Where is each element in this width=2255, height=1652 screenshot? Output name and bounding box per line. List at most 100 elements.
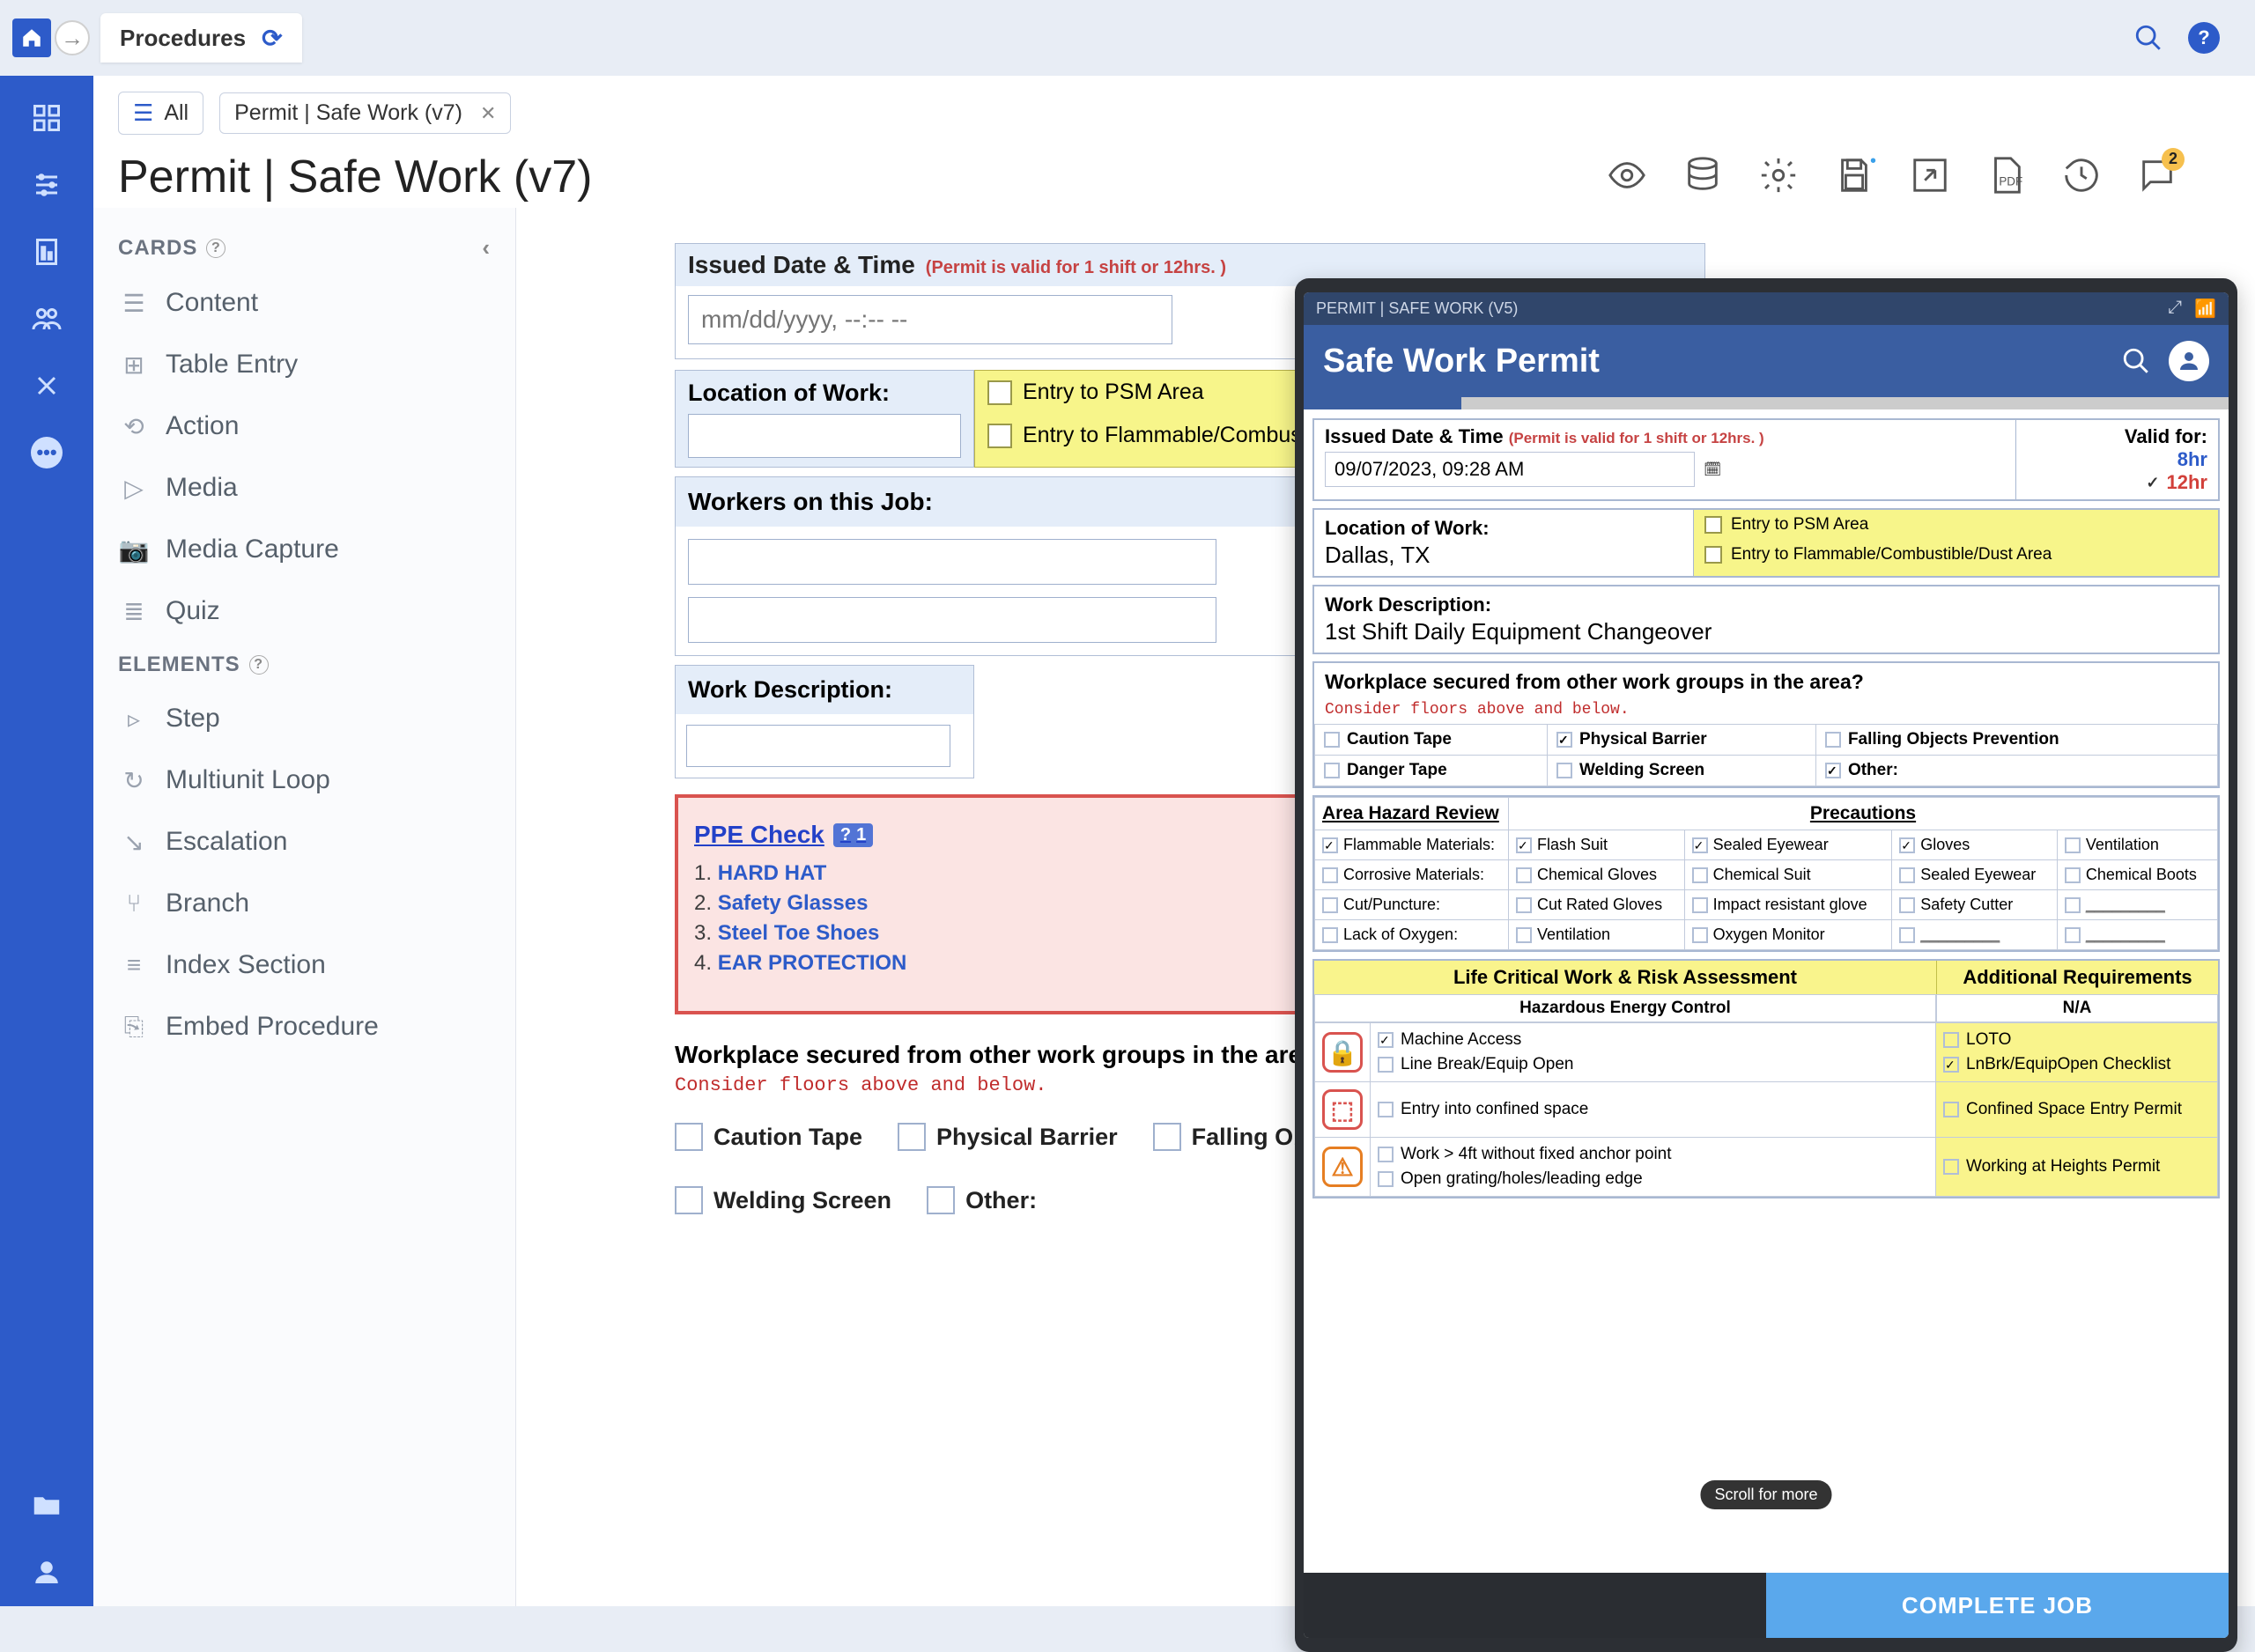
checkbox[interactable] [1704,516,1722,534]
opt-welding-screen[interactable]: Welding Screen [1547,756,1815,786]
req-heights-permit[interactable]: Working at Heights Permit [1936,1138,2218,1197]
life-grating[interactable]: Open grating/holes/leading edge [1378,1169,1928,1189]
dev-location-block: Location of Work:Dallas, TX Entry to PSM… [1312,508,2220,578]
element-embed-procedure[interactable]: ⎘Embed Procedure [102,996,506,1058]
haz-o2[interactable]: Lack of Oxygen: [1315,920,1509,950]
card-media[interactable]: ▷Media [102,457,506,519]
opt-danger-tape[interactable]: Danger Tape [1315,756,1548,786]
expand-icon[interactable]: ⤢ [2168,298,2182,320]
cards-header: CARDS?‹ [102,224,506,272]
ppe-title: PPE Check [694,821,824,849]
checkbox[interactable] [1153,1123,1181,1151]
valid-12hr-option[interactable]: ✓12hr [2027,471,2207,494]
home-button[interactable] [12,18,51,57]
rail-user[interactable] [24,1550,70,1596]
settings-button[interactable] [1758,155,1799,200]
avatar-icon[interactable] [2169,341,2209,381]
worker-input[interactable] [688,597,1216,643]
dev-life-critical-block: Life Critical Work & Risk AssessmentAddi… [1312,959,2220,1198]
database-button[interactable] [1682,155,1723,200]
calendar-icon[interactable]: 🗓 [1704,461,1721,478]
help-icon[interactable]: ? [249,655,269,675]
search-icon[interactable] [2121,346,2151,376]
secured-opt[interactable]: Caution Tape [675,1123,862,1151]
issued-datetime-input[interactable] [688,295,1172,344]
card-quiz[interactable]: ≣Quiz [102,580,506,642]
side-panel: CARDS?‹ ☰Content⊞Table Entry⟲Action▷Medi… [93,208,516,1606]
workdesc-block: Work Description: [675,665,974,778]
element-step[interactable]: ▹Step [102,688,506,749]
valid-8hr-option[interactable]: 8hr [2027,448,2207,471]
card-icon: ⟲ [120,412,148,441]
rail-report[interactable] [24,229,70,275]
device-statusbar: PERMIT | SAFE WORK (V5) ⤢📶 [1304,292,2229,325]
opt-falling-objects[interactable]: Falling Objects Prevention [1815,725,2217,756]
element-index-section[interactable]: ≡Index Section [102,934,506,996]
card-content[interactable]: ☰Content [102,272,506,334]
life-machine-access[interactable]: Machine Access [1378,1030,1928,1050]
chevron-left-icon[interactable]: ‹ [482,234,491,262]
life-confined[interactable]: Entry into confined space [1371,1082,1936,1138]
checkbox[interactable] [675,1123,703,1151]
left-rail: ••• [0,0,93,1606]
checkbox[interactable] [675,1186,703,1214]
element-escalation[interactable]: ↘Escalation [102,811,506,873]
search-icon[interactable] [2133,23,2163,53]
pdf-button[interactable]: PDF [1985,155,2026,200]
help-icon[interactable]: ? [206,239,226,258]
worker-input[interactable] [688,539,1216,585]
rail-folder[interactable] [24,1483,70,1529]
top-tab-procedures[interactable]: Procedures ⟳ [100,13,302,63]
secured-opt[interactable]: Other: [927,1186,1037,1214]
dev-entry-flammable[interactable]: Entry to Flammable/Combustible/Dust Area [1694,540,2218,570]
haz-corrosive[interactable]: Corrosive Materials: [1315,860,1509,890]
workdesc-input[interactable] [686,725,950,767]
card-action[interactable]: ⟲Action [102,395,506,457]
rail-tools[interactable] [24,363,70,409]
checkbox[interactable] [987,380,1012,405]
opt-other[interactable]: Other: [1815,756,2217,786]
checkbox[interactable] [1704,546,1722,564]
history-button[interactable] [2061,155,2102,200]
forward-button[interactable]: → [55,20,90,55]
eye-icon [1607,155,1647,195]
opt-caution-tape[interactable]: Caution Tape [1315,725,1548,756]
req-confined-permit[interactable]: Confined Space Entry Permit [1936,1082,2218,1138]
dev-datetime-input[interactable] [1325,452,1695,487]
checkbox[interactable] [987,424,1012,448]
life-line-break[interactable]: Line Break/Equip Open [1378,1055,1928,1074]
complete-job-button[interactable]: COMPLETE JOB [1766,1573,2229,1638]
rail-team[interactable] [24,296,70,342]
haz-cut[interactable]: Cut/Puncture: [1315,890,1509,920]
close-icon[interactable]: ✕ [480,102,496,125]
ppe-badge: 1 [833,823,873,847]
req-lnbrk[interactable]: LnBrk/EquipOpen Checklist [1943,1055,2210,1074]
tab-current[interactable]: Permit | Safe Work (v7)✕ [219,92,511,134]
element-multiunit-loop[interactable]: ↻Multiunit Loop [102,749,506,811]
help-button[interactable]: ? [2188,22,2220,54]
arrow-right-icon: → [61,25,84,52]
rail-grid[interactable] [24,95,70,141]
card-table-entry[interactable]: ⊞Table Entry [102,334,506,395]
haz-flammable[interactable]: Flammable Materials: [1315,830,1509,860]
comments-button[interactable]: 2 [2137,155,2177,200]
rail-sliders[interactable] [24,162,70,208]
element-icon: ↻ [120,766,148,795]
refresh-icon[interactable]: ⟳ [262,24,282,53]
rail-more[interactable]: ••• [24,430,70,476]
secured-opt[interactable]: Welding Screen [675,1186,891,1214]
checkbox[interactable] [898,1123,926,1151]
preview-button[interactable] [1607,155,1647,200]
open-button[interactable] [1910,155,1950,200]
tab-all[interactable]: ☰All [118,92,203,135]
location-input[interactable] [688,414,961,458]
checkbox[interactable] [927,1186,955,1214]
save-button[interactable]: • [1834,155,1874,200]
secured-opt[interactable]: Physical Barrier [898,1123,1118,1151]
dev-entry-psm[interactable]: Entry to PSM Area [1694,510,2218,540]
element-branch[interactable]: ⑂Branch [102,873,506,934]
req-loto[interactable]: LOTO [1943,1030,2210,1050]
card-media-capture[interactable]: 📷Media Capture [102,519,506,580]
life-heights[interactable]: Work > 4ft without fixed anchor point [1378,1145,1928,1164]
opt-physical-barrier[interactable]: Physical Barrier [1547,725,1815,756]
